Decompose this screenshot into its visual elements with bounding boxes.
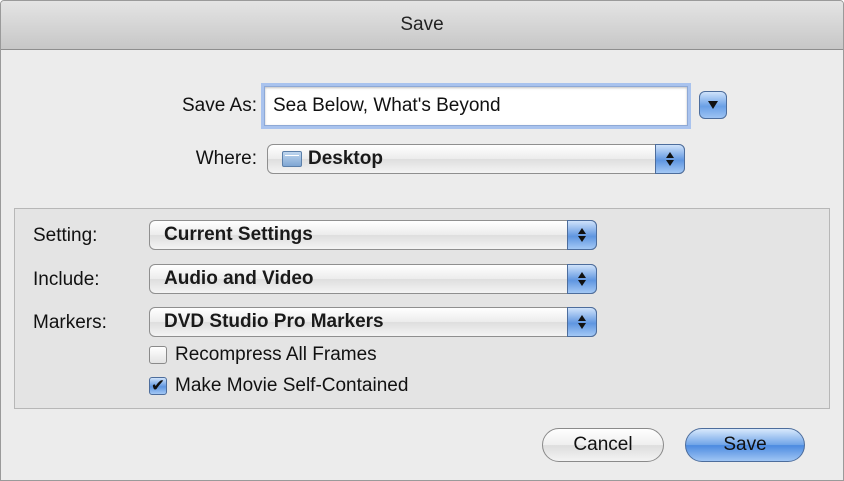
up-down-arrows-icon [567, 220, 597, 250]
recompress-checkbox[interactable] [149, 346, 167, 364]
self-contained-row[interactable]: ✔ Make Movie Self-Contained [149, 375, 408, 397]
folder-icon [282, 151, 302, 167]
where-popup[interactable]: Desktop [267, 144, 685, 174]
up-down-arrows-icon [567, 307, 597, 337]
save-button[interactable]: Save [685, 428, 805, 462]
include-label: Include: [33, 269, 100, 290]
include-value: Audio and Video [164, 268, 314, 289]
self-contained-label: Make Movie Self-Contained [175, 375, 409, 396]
checkmark-icon: ✔ [150, 375, 166, 396]
self-contained-checkbox[interactable]: ✔ [149, 377, 167, 395]
where-value: Desktop [308, 148, 383, 169]
window-title: Save [400, 14, 444, 35]
markers-popup[interactable]: DVD Studio Pro Markers [149, 307, 597, 337]
save-as-label: Save As: [182, 95, 257, 116]
title-bar[interactable]: Save [1, 1, 843, 50]
expand-dialog-button[interactable] [699, 91, 727, 119]
setting-label: Setting: [33, 225, 98, 246]
chevron-down-icon [708, 101, 718, 109]
save-as-input[interactable] [264, 86, 688, 126]
cancel-button[interactable]: Cancel [542, 428, 664, 462]
recompress-label: Recompress All Frames [175, 344, 377, 365]
setting-value: Current Settings [164, 224, 313, 245]
where-label: Where: [195, 148, 257, 169]
up-down-arrows-icon [567, 264, 597, 294]
markers-value: DVD Studio Pro Markers [164, 311, 384, 332]
recompress-row[interactable]: Recompress All Frames [149, 344, 377, 366]
save-dialog: Save Save As: Where: Desktop Setting: Cu… [0, 0, 844, 481]
setting-popup[interactable]: Current Settings [149, 220, 597, 250]
include-popup[interactable]: Audio and Video [149, 264, 597, 294]
markers-label: Markers: [33, 312, 107, 333]
up-down-arrows-icon [655, 144, 685, 174]
